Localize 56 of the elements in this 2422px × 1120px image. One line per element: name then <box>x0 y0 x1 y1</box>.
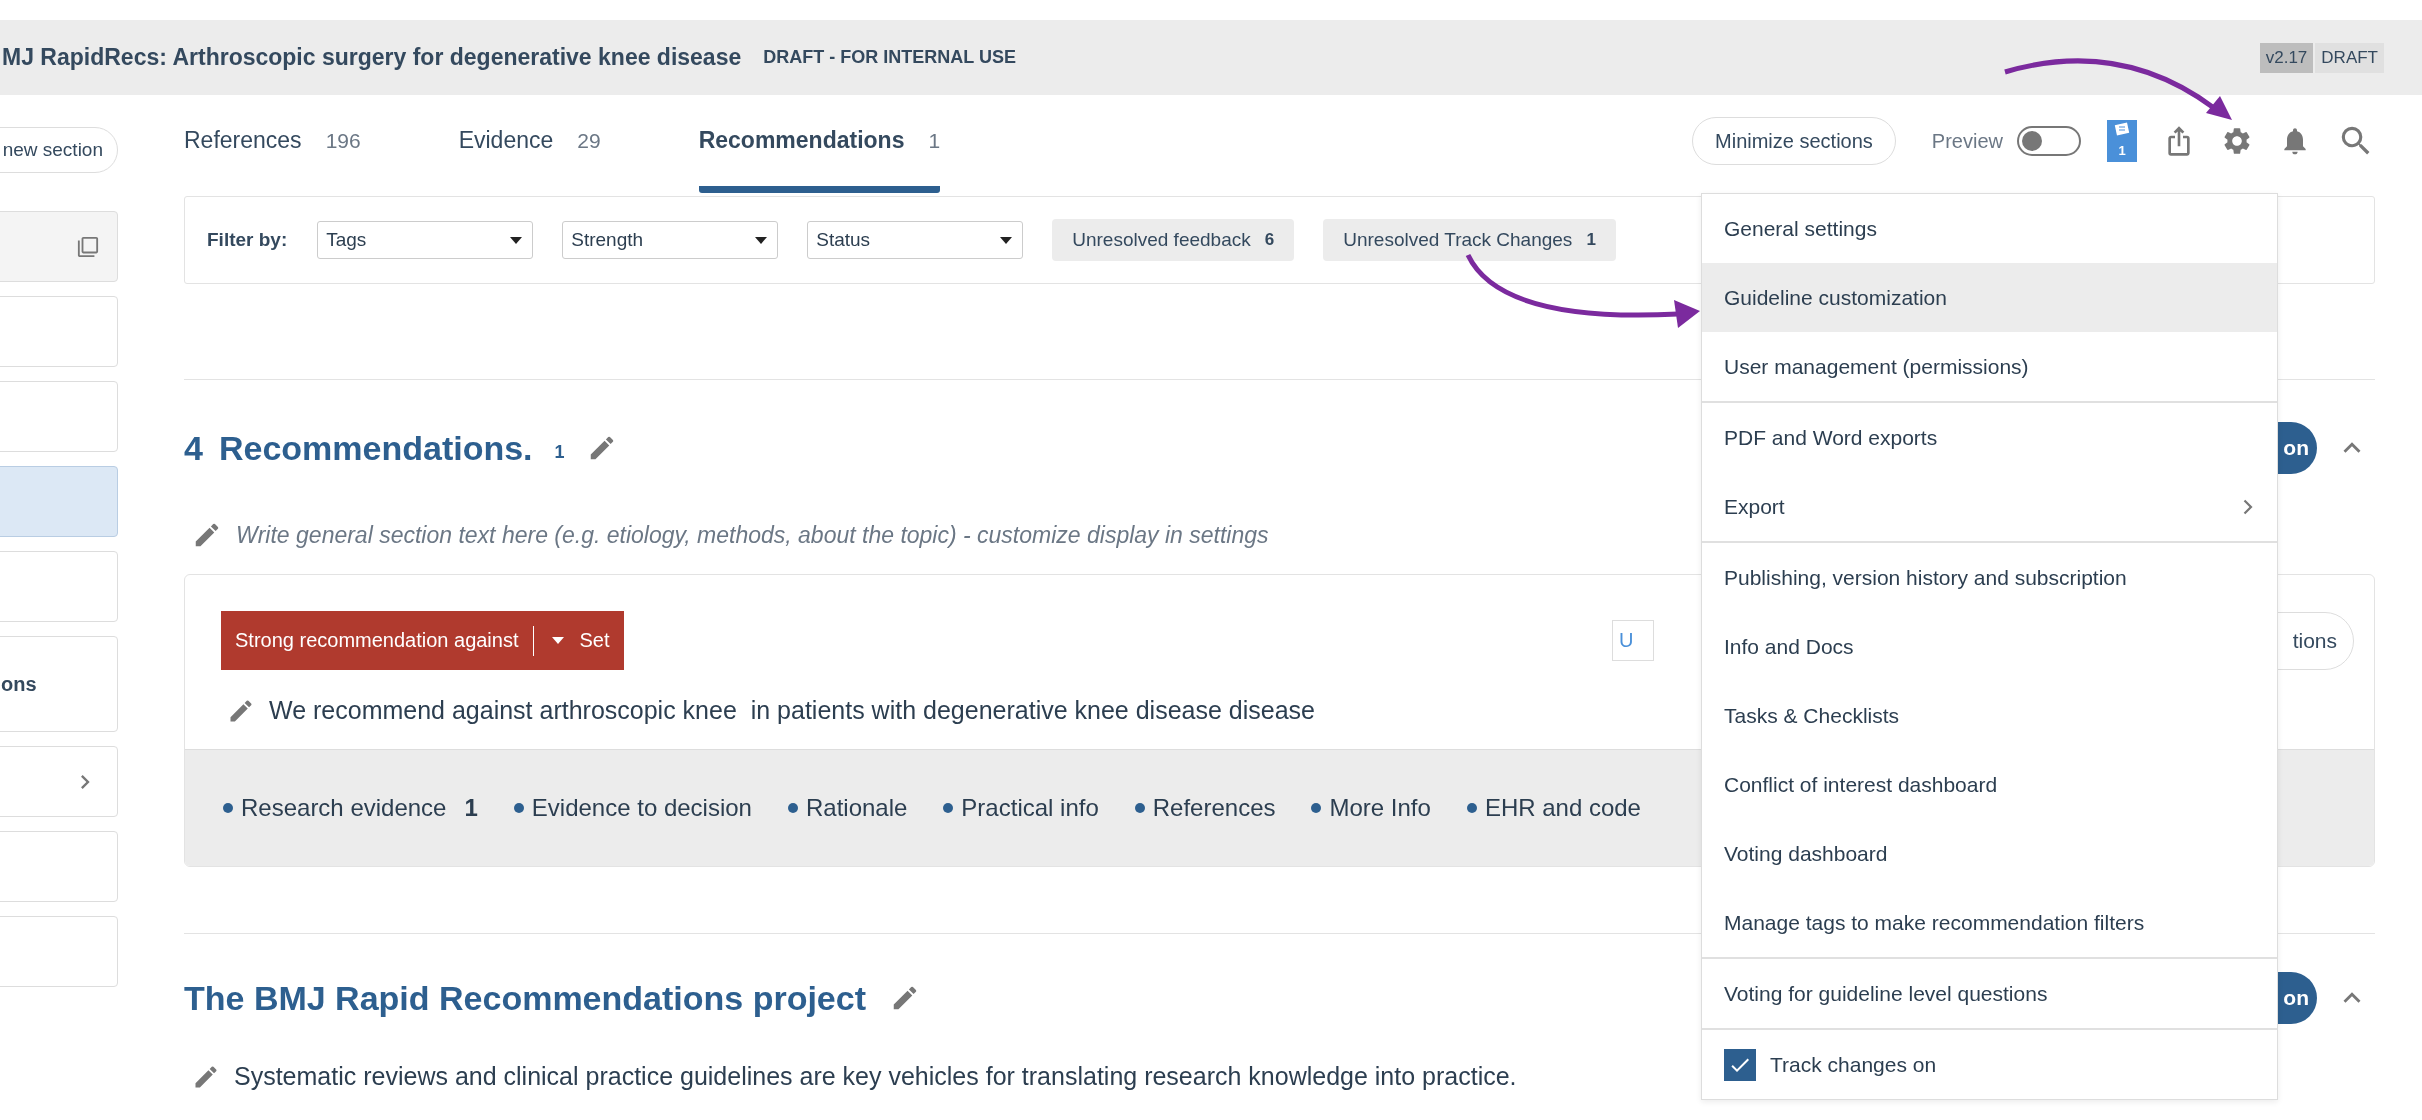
guideline-title: MJ RapidRecs: Arthroscopic surgery for degenerative knee disease <box>2 44 742 71</box>
chevron-right-icon <box>2243 498 2253 515</box>
new-section-button[interactable]: new section <box>0 127 118 173</box>
menu-item[interactable]: Publishing, version history and subscription <box>1702 543 2277 612</box>
section-count: 1 <box>554 441 565 463</box>
recommendation-tab[interactable]: Evidence to decision <box>513 794 752 822</box>
caret-icon <box>510 236 523 244</box>
menu-item[interactable]: Tasks & Checklists <box>1702 681 2277 750</box>
sidebar-item[interactable]: ons <box>0 636 118 732</box>
section-title: Recommendations. <box>218 428 533 468</box>
menu-item[interactable]: Info and Docs <box>1702 612 2277 681</box>
version-status: DRAFT <box>2315 42 2384 73</box>
filter-select[interactable]: Strength <box>562 221 779 259</box>
menu-item[interactable]: Manage tags to make recommendation filters <box>1702 888 2277 957</box>
menu-item[interactable]: Conflict of interest dashboard <box>1702 750 2277 819</box>
section-number: 4 <box>184 428 203 468</box>
caret-icon <box>755 236 768 244</box>
clipboard-icon <box>2114 122 2130 136</box>
filter-select[interactable]: Status <box>807 221 1024 259</box>
recommendation-tab[interactable]: References <box>1134 794 1276 822</box>
menu-item[interactable]: Voting for guideline level questions <box>1702 959 2277 1028</box>
section-text-placeholder[interactable]: Write general section text here (e.g. etiology, methods, about the topic) - customize display in settings <box>236 521 1269 549</box>
section-text: Systematic reviews and clinical practice guidelines are key vehicles for translating research knowledge into practice. <box>234 1062 1517 1091</box>
minimize-sections-button[interactable]: Minimize sections <box>1692 117 1896 165</box>
tab[interactable]: References 196 <box>184 95 361 193</box>
copy-icon[interactable] <box>77 235 99 258</box>
filter-chip[interactable]: Unresolved Track Changes 1 <box>1323 219 1616 261</box>
caret-icon <box>1000 236 1013 244</box>
recommendation-tab[interactable]: Research evidence 1 <box>223 794 478 822</box>
menu-item[interactable]: User management (permissions) <box>1702 332 2277 401</box>
tab[interactable]: Evidence 29 <box>458 95 601 193</box>
menu-item[interactable]: Track changes on <box>1702 1030 2277 1099</box>
tag-label: U <box>1612 620 1654 661</box>
recommendation-tab[interactable]: EHR and code <box>1466 794 1641 822</box>
menu-item[interactable]: PDF and Word exports <box>1702 403 2277 472</box>
recommendation-tab[interactable]: Practical info <box>943 794 1099 822</box>
draft-status: DRAFT - FOR INTERNAL USE <box>763 47 1016 68</box>
menu-item[interactable]: Export <box>1702 472 2277 541</box>
version-label: v2.17 <box>2259 42 2314 73</box>
preview-toggle[interactable] <box>2017 126 2081 156</box>
filter-chip[interactable]: Unresolved feedback 6 <box>1052 219 1295 261</box>
filter-label: Filter by: <box>207 229 288 251</box>
menu-item[interactable]: Guideline customization <box>1702 263 2277 332</box>
caret-icon <box>551 637 564 644</box>
filter-select[interactable]: Tags <box>317 221 534 259</box>
strength-button[interactable]: Strong recommendation against Set <box>221 611 624 670</box>
menu-item[interactable]: Voting dashboard <box>1702 819 2277 888</box>
section-title: The BMJ Rapid Recommendations project <box>184 978 866 1018</box>
recommendation-text: We recommend against arthroscopic knee in patients with degenerative knee disease disease <box>269 696 1315 725</box>
checkbox[interactable] <box>1724 1048 1756 1081</box>
menu-item[interactable]: General settings <box>1702 194 2277 263</box>
preview-label: Preview <box>1931 129 2003 153</box>
recommendation-tab[interactable]: More Info <box>1311 794 1431 822</box>
recommendation-tab[interactable]: Rationale <box>787 794 908 822</box>
sidebar-item-label: ons <box>0 672 37 696</box>
tab[interactable]: Recommendations 1 <box>698 95 941 193</box>
